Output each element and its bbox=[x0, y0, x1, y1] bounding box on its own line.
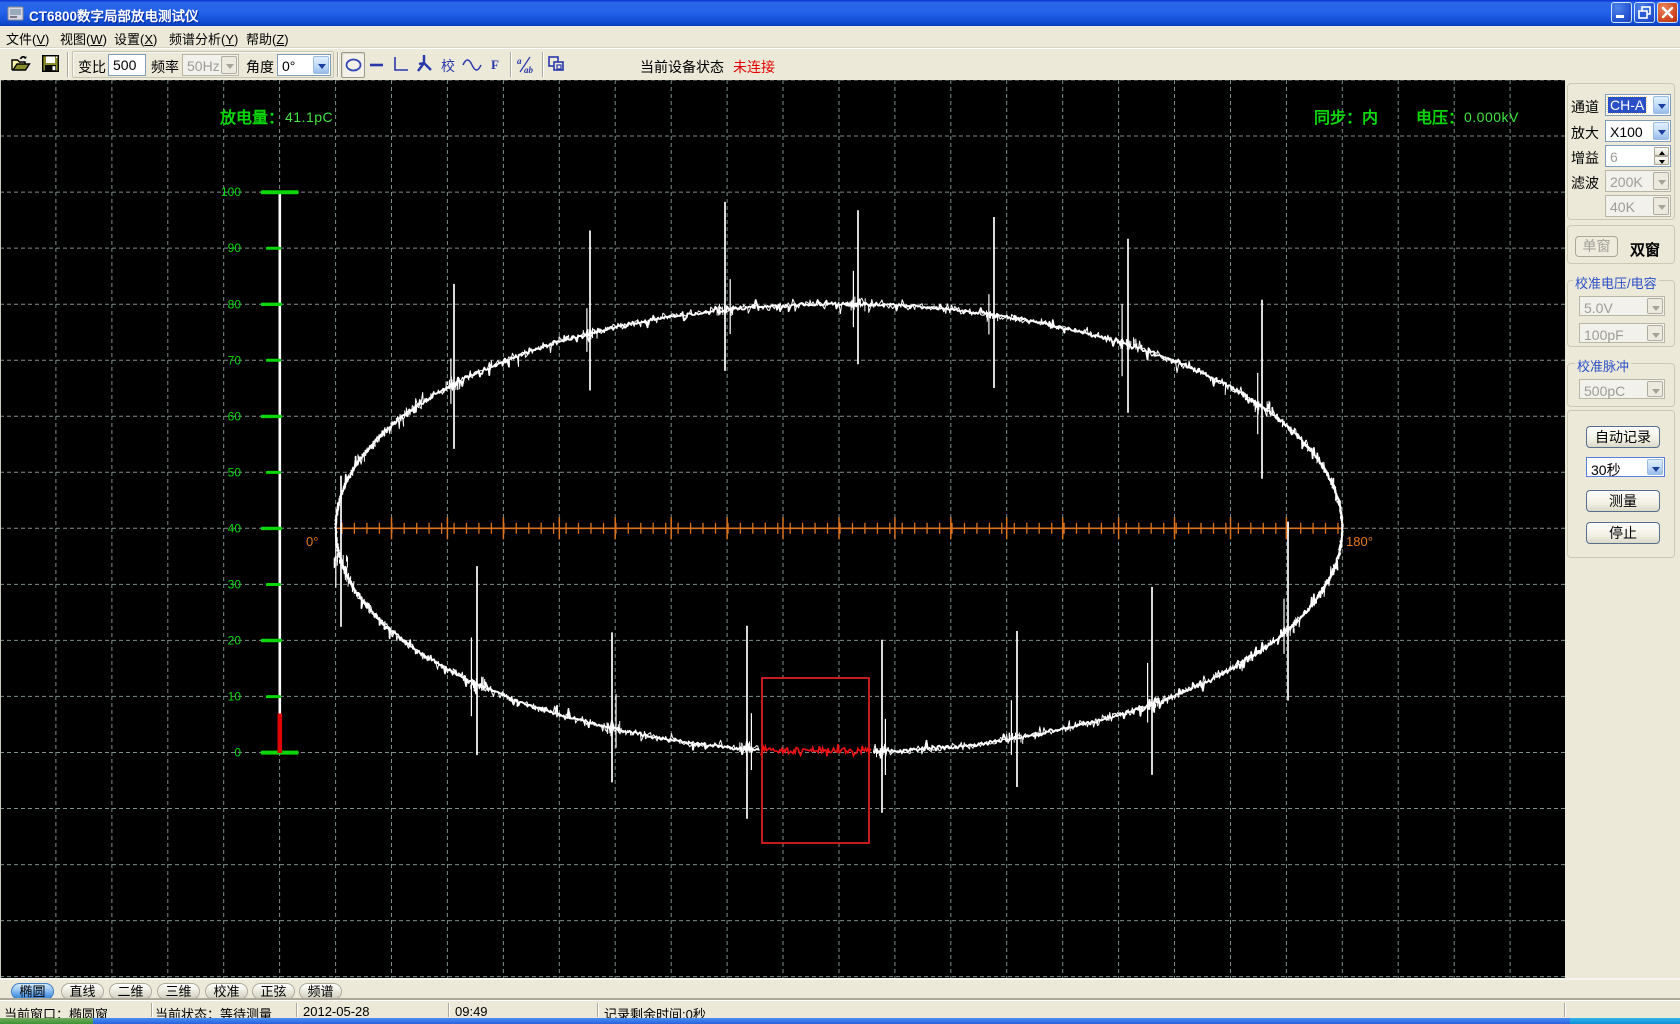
svg-text:0°: 0° bbox=[306, 534, 318, 549]
svg-text:50: 50 bbox=[228, 465, 242, 479]
svg-text:60: 60 bbox=[228, 409, 242, 423]
svg-text:70: 70 bbox=[228, 353, 242, 367]
svg-text:100: 100 bbox=[221, 185, 241, 199]
svg-text:电压：: 电压： bbox=[1416, 108, 1464, 127]
svg-text:30: 30 bbox=[228, 578, 242, 592]
svg-text:0: 0 bbox=[234, 746, 241, 760]
svg-text:放电量：: 放电量： bbox=[219, 108, 284, 127]
svg-text:10: 10 bbox=[228, 690, 242, 704]
svg-text:20: 20 bbox=[228, 634, 242, 648]
svg-text:同步：内: 同步：内 bbox=[1314, 108, 1378, 127]
svg-text:ab: ab bbox=[524, 65, 534, 75]
svg-text:41.1pC: 41.1pC bbox=[285, 109, 333, 125]
svg-text:180°: 180° bbox=[1346, 534, 1373, 549]
svg-text:a: a bbox=[517, 56, 522, 66]
svg-text:80: 80 bbox=[228, 297, 242, 311]
svg-text:40: 40 bbox=[228, 521, 242, 535]
svg-text:90: 90 bbox=[228, 241, 242, 255]
svg-text:0.000kV: 0.000kV bbox=[1464, 109, 1519, 125]
